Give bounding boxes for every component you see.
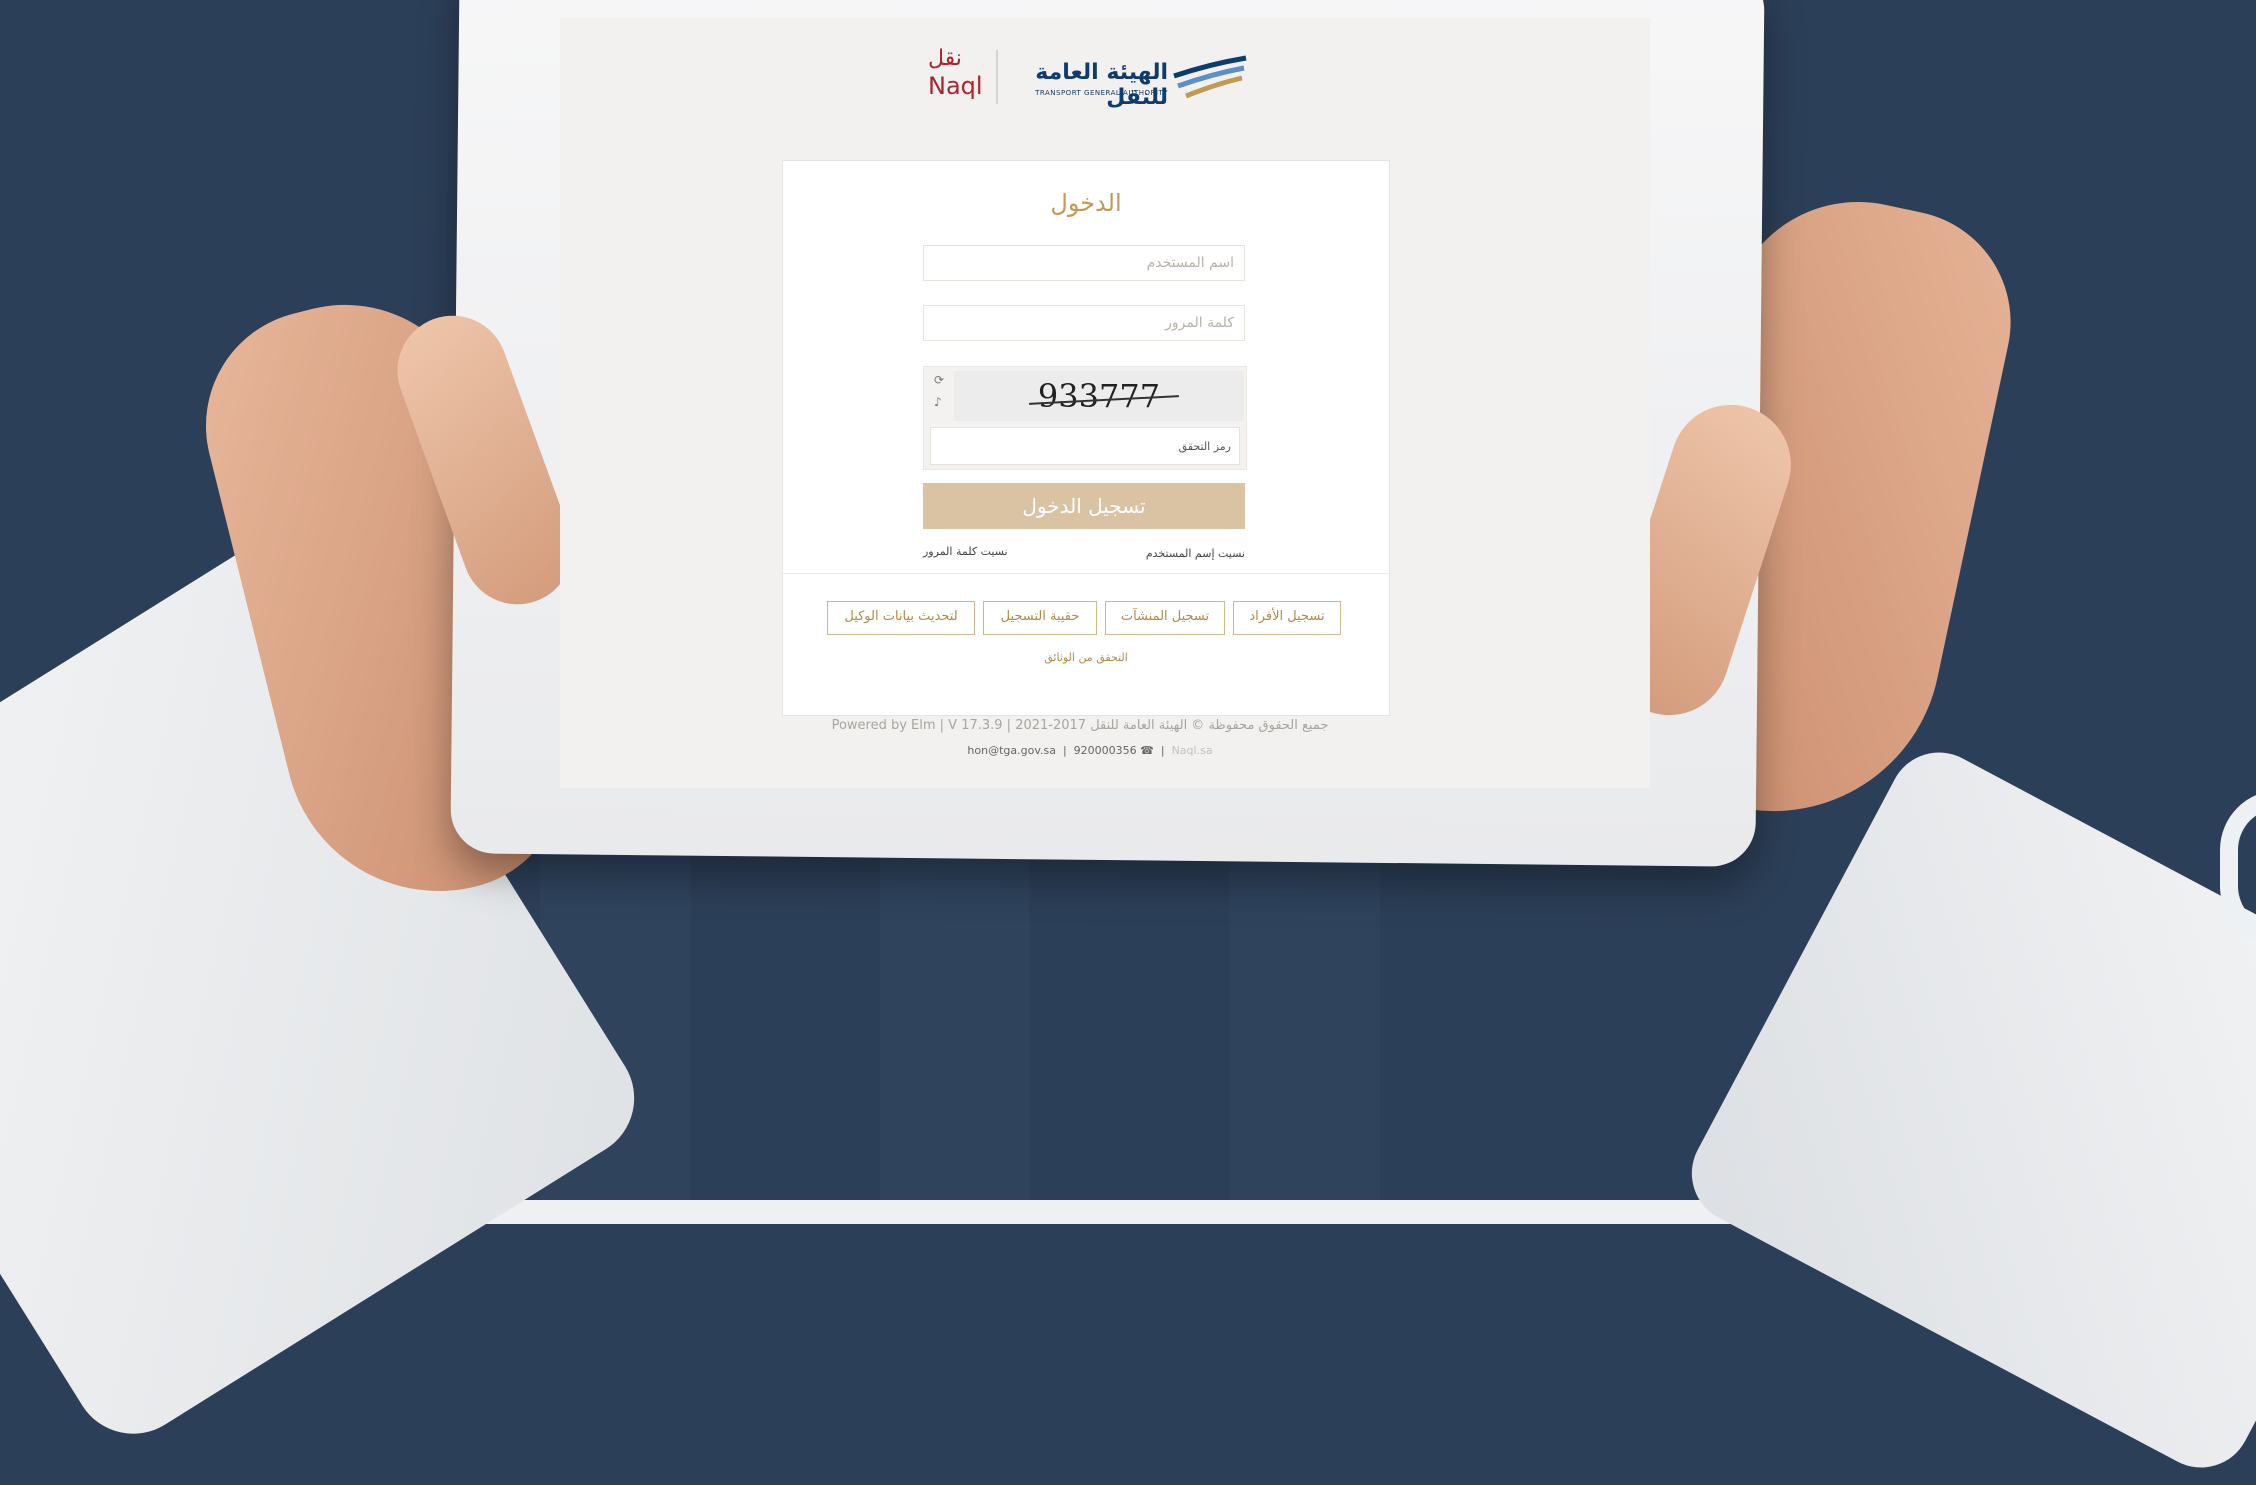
tga-logo-icon [1173, 55, 1247, 99]
phone-icon: ☎ [1140, 744, 1154, 757]
captcha-code: 933777 [1037, 377, 1161, 415]
footer-email-link[interactable]: hon@tga.gov.sa [967, 744, 1056, 757]
logo-separator [996, 50, 998, 104]
forgot-username-link[interactable]: نسيت إسم المستخدم [1113, 547, 1245, 560]
naql-logo-english: Naql [928, 72, 983, 100]
captcha-input[interactable]: رمز التحقق [930, 427, 1240, 465]
background-band [1230, 830, 1380, 1224]
footer-extra-link[interactable]: Naql.sa [1172, 744, 1213, 757]
password-input[interactable] [923, 305, 1245, 341]
login-card: الدخول ⟳ ♪ 933777 رمز التحقق تسجيل الدخو… [782, 160, 1390, 716]
username-input[interactable] [923, 245, 1245, 281]
captcha-label: رمز التحقق [1178, 440, 1231, 453]
register-individuals-button[interactable]: تسجيل الأفراد [1233, 601, 1341, 635]
tga-logo-arabic: الهيئة العامة للنقل [1035, 60, 1168, 110]
captcha-panel: ⟳ ♪ 933777 رمز التحقق [923, 366, 1247, 470]
footer-contacts: hon@tga.gov.sa | 920000356 ☎ | Naql.sa [967, 744, 1213, 757]
login-button[interactable]: تسجيل الدخول [923, 483, 1245, 529]
background-band [880, 830, 1030, 1224]
refresh-icon[interactable]: ⟳ [934, 373, 944, 387]
card-divider [783, 573, 1389, 574]
forgot-password-link[interactable]: نسيت كلمة المرور [923, 545, 1008, 558]
audio-icon[interactable]: ♪ [934, 395, 942, 409]
update-agent-data-button[interactable]: لتحديث بيانات الوكيل [827, 601, 975, 635]
verify-documents-link[interactable]: التحقق من الوثائق [783, 651, 1389, 664]
login-title: الدخول [1050, 189, 1122, 217]
footer-phone: 920000356 [1073, 744, 1137, 757]
register-guide-button[interactable]: حقيبة التسجيل [983, 601, 1097, 635]
footer-copyright: Powered by Elm | V 17.3.9 | 2021-2017 جم… [831, 718, 1329, 733]
captcha-image: 933777 [954, 371, 1244, 421]
right-sleeve [1674, 734, 2256, 1485]
tga-logo-english: TRANSPORT GENERAL AUTHORITY [1035, 89, 1168, 97]
naql-logo-arabic: نقل [928, 46, 962, 71]
register-establishments-button[interactable]: تسجيل المنشآت [1105, 601, 1225, 635]
